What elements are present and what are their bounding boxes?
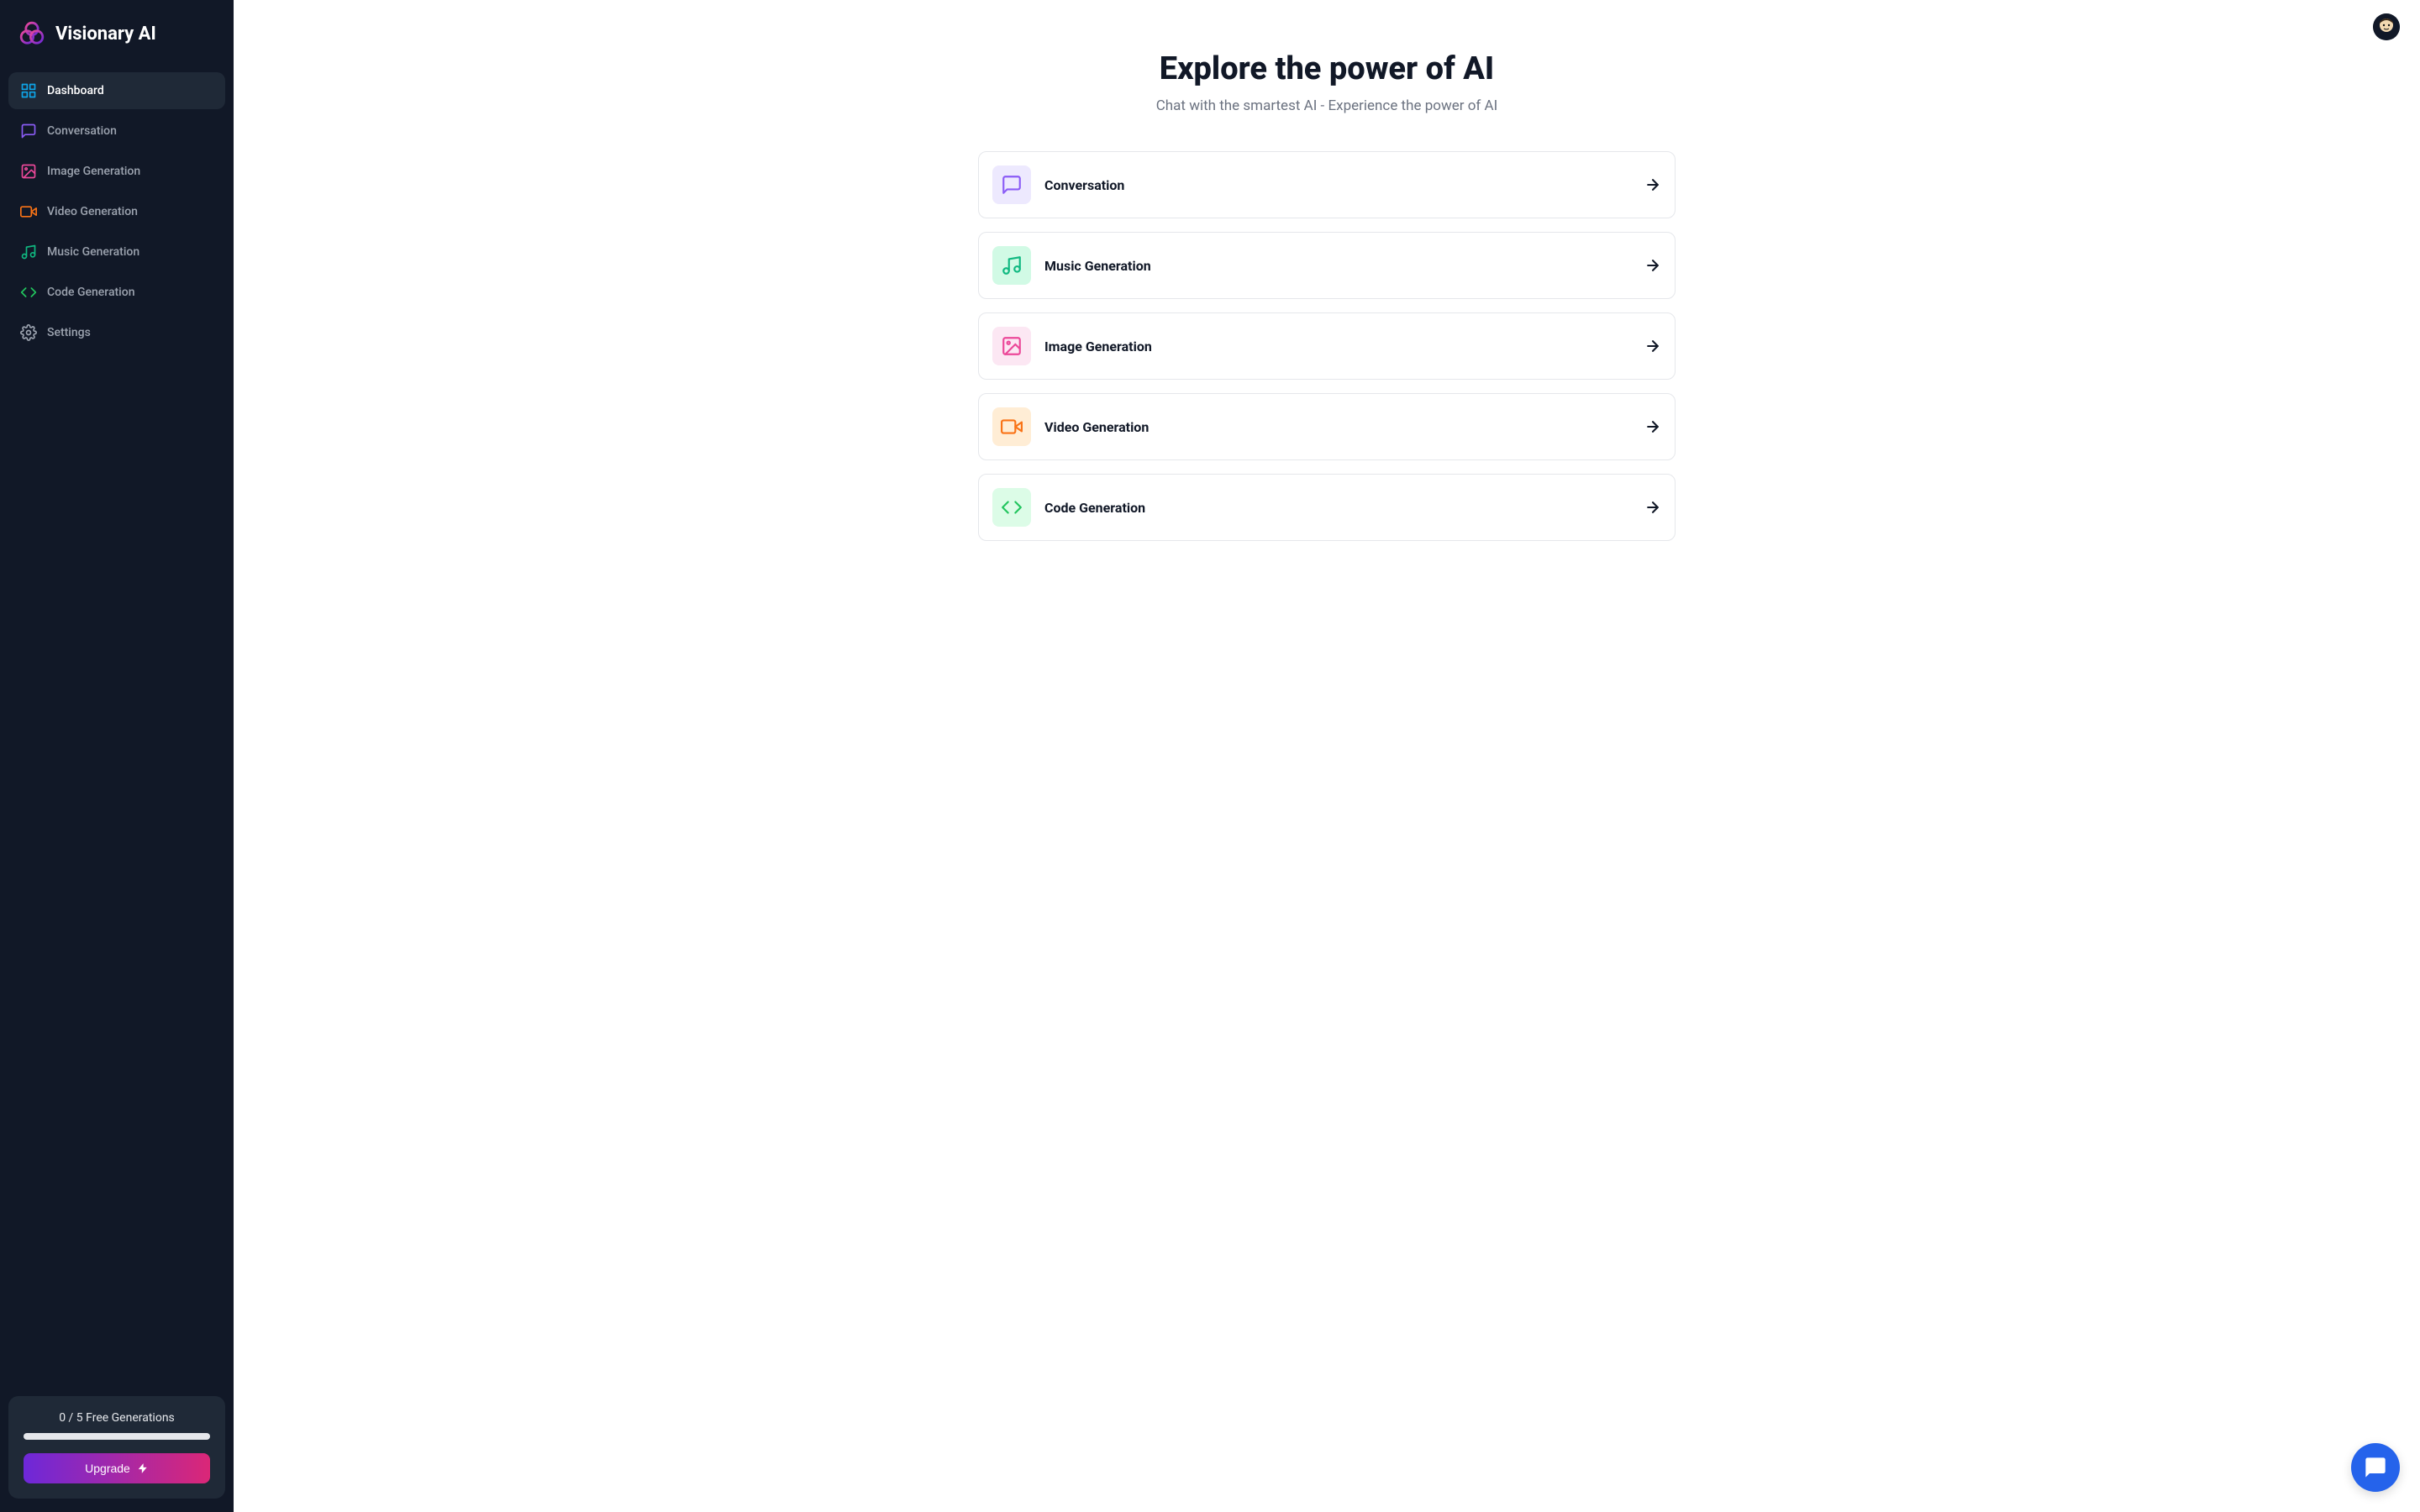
dashboard-icon — [20, 82, 37, 99]
card-conversation[interactable]: Conversation — [978, 151, 1676, 218]
card-music[interactable]: Music Generation — [978, 232, 1676, 299]
sidebar-item-image[interactable]: Image Generation — [8, 153, 225, 190]
card-label: Music Generation — [1044, 258, 1631, 274]
music-icon — [20, 244, 37, 260]
sidebar-item-label: Image Generation — [47, 165, 140, 178]
sidebar-item-dashboard[interactable]: Dashboard — [8, 72, 225, 109]
card-label: Conversation — [1044, 177, 1631, 193]
sidebar-item-video[interactable]: Video Generation — [8, 193, 225, 230]
page-title: Explore the power of AI — [978, 50, 1676, 87]
chat-icon — [992, 165, 1031, 204]
upgrade-label: Upgrade — [85, 1462, 130, 1475]
logo-icon — [18, 20, 45, 47]
card-image[interactable]: Image Generation — [978, 312, 1676, 380]
video-icon — [992, 407, 1031, 446]
arrow-right-icon — [1644, 176, 1661, 193]
bolt-icon — [137, 1462, 149, 1474]
upgrade-button[interactable]: Upgrade — [24, 1453, 210, 1483]
sidebar-footer: 0 / 5 Free Generations Upgrade — [8, 1396, 225, 1499]
nav: Dashboard Conversation Image Generation … — [8, 72, 225, 351]
chat-bubble-icon — [2364, 1456, 2387, 1479]
page-subtitle: Chat with the smartest AI - Experience t… — [978, 97, 1676, 114]
settings-icon — [20, 324, 37, 341]
card-code[interactable]: Code Generation — [978, 474, 1676, 541]
card-video[interactable]: Video Generation — [978, 393, 1676, 460]
sidebar-item-label: Conversation — [47, 124, 117, 138]
code-icon — [20, 284, 37, 301]
brand[interactable]: Visionary AI — [8, 13, 225, 72]
progress-bar — [24, 1433, 210, 1440]
cards: Conversation Music Generation Image Ge — [978, 151, 1676, 541]
chat-fab[interactable] — [2351, 1443, 2400, 1492]
generations-text: 0 / 5 Free Generations — [24, 1411, 210, 1425]
card-label: Image Generation — [1044, 339, 1631, 354]
sidebar-item-label: Code Generation — [47, 286, 135, 299]
arrow-right-icon — [1644, 257, 1661, 274]
image-icon — [992, 327, 1031, 365]
arrow-right-icon — [1644, 499, 1661, 516]
arrow-right-icon — [1644, 418, 1661, 435]
sidebar-item-label: Settings — [47, 326, 91, 339]
sidebar: Visionary AI Dashboard Conversation Imag… — [0, 0, 234, 1512]
sidebar-item-label: Dashboard — [47, 84, 104, 97]
content: Explore the power of AI Chat with the sm… — [961, 0, 1692, 575]
music-icon — [992, 246, 1031, 285]
arrow-right-icon — [1644, 338, 1661, 354]
video-icon — [20, 203, 37, 220]
code-icon — [992, 488, 1031, 527]
chat-icon — [20, 123, 37, 139]
sidebar-item-music[interactable]: Music Generation — [8, 234, 225, 270]
card-label: Code Generation — [1044, 500, 1631, 516]
brand-name: Visionary AI — [55, 24, 156, 45]
sidebar-item-label: Video Generation — [47, 205, 138, 218]
card-label: Video Generation — [1044, 419, 1631, 435]
sidebar-item-conversation[interactable]: Conversation — [8, 113, 225, 150]
sidebar-item-code[interactable]: Code Generation — [8, 274, 225, 311]
sidebar-item-label: Music Generation — [47, 245, 139, 259]
image-icon — [20, 163, 37, 180]
sidebar-item-settings[interactable]: Settings — [8, 314, 225, 351]
main: Explore the power of AI Chat with the sm… — [234, 0, 2420, 1512]
avatar[interactable] — [2373, 13, 2400, 40]
